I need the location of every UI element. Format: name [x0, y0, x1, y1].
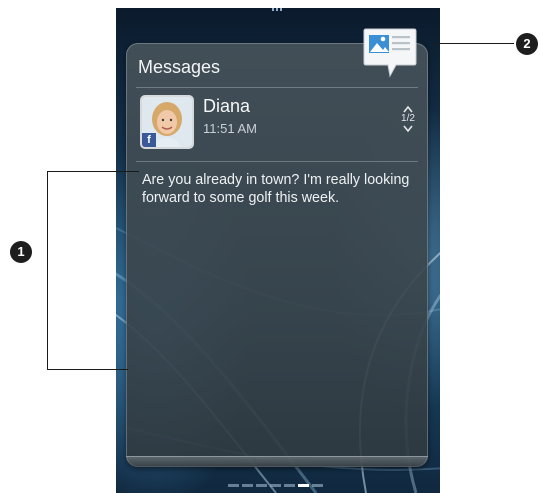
page-dot — [256, 484, 267, 487]
message-pager[interactable]: 1/2 — [398, 105, 418, 145]
phone-screen: Messages f Diana 11:51 AM 1/2 Are you al… — [116, 8, 440, 493]
messages-app-icon[interactable] — [362, 26, 418, 80]
chevron-down-icon[interactable] — [402, 125, 414, 133]
callout-line-2 — [434, 43, 514, 44]
page-dot — [242, 484, 253, 487]
messages-widget[interactable]: Messages f Diana 11:51 AM 1/2 Are you al… — [126, 43, 428, 467]
message-time: 11:51 AM — [203, 121, 257, 136]
message-body[interactable]: Are you already in town? I'm really look… — [142, 171, 412, 207]
page-dot — [270, 484, 281, 487]
page-dot — [312, 484, 323, 487]
callout-bracket-line — [47, 171, 48, 370]
title-divider — [136, 87, 418, 88]
pager-count: 1/2 — [401, 113, 415, 124]
callout-bracket-bottom — [47, 369, 128, 370]
facebook-icon: f — [142, 133, 156, 147]
widget-title: Messages — [138, 57, 221, 77]
page-indicator — [228, 484, 323, 488]
header-divider — [136, 161, 418, 162]
contact-avatar[interactable]: f — [142, 97, 192, 147]
chevron-up-icon[interactable] — [402, 105, 414, 113]
sender-name: Diana — [203, 96, 251, 116]
page-dot — [284, 484, 295, 487]
callout-badge-2: 2 — [516, 33, 538, 55]
page-dot — [228, 484, 239, 487]
callout-bracket-top — [47, 171, 139, 172]
callout-badge-1: 1 — [10, 241, 32, 263]
widget-bottom-bar — [126, 456, 428, 467]
page-dot-active — [298, 484, 309, 487]
